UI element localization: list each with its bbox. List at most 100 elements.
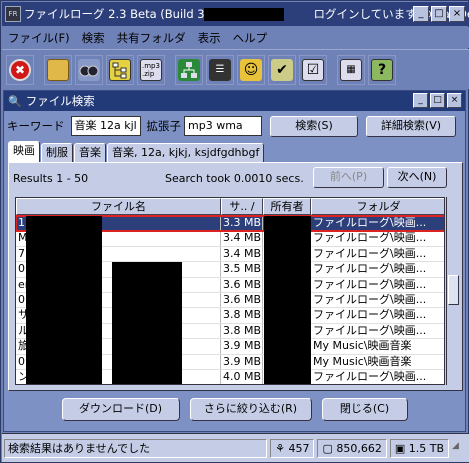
results-table: ファイル名 サ.. / 所有者 フォルダ 1 33.3 MBファイルローグ\映画… xyxy=(15,197,445,385)
cell-folder: ファイルローグ\映画... xyxy=(311,278,444,292)
cell-size: 4.0 MB xyxy=(223,369,263,384)
file-search-controls: _ □ × xyxy=(413,93,462,108)
news-icon: ▦ xyxy=(340,58,362,81)
checklist-button[interactable]: ☑ xyxy=(299,54,327,85)
next-page-button[interactable]: 次へ(N) xyxy=(387,167,447,188)
cell-folder: ファイルローグ\映画... xyxy=(311,247,444,261)
tab-music[interactable]: 音楽 xyxy=(74,143,106,162)
search-button[interactable]: 検索(S) xyxy=(270,115,358,137)
results-header: Results 1 - 50 Search took 0.0010 secs. … xyxy=(13,167,457,188)
folder-button[interactable] xyxy=(44,54,72,85)
table-header: ファイル名 サ.. / 所有者 フォルダ xyxy=(16,198,444,215)
mp3-zip-icon: .mp3 .zip xyxy=(140,58,162,81)
search-button-tb[interactable] xyxy=(75,54,103,85)
menu-file[interactable]: ファイル(F) xyxy=(2,30,76,46)
advanced-search-button[interactable]: 詳細検索(V) xyxy=(366,115,456,137)
extension-input[interactable]: mp3 wma xyxy=(184,116,262,136)
window-controls: _ □ × xyxy=(413,6,465,22)
cell-folder: ファイルローグ\映画... xyxy=(311,308,444,322)
download-button[interactable]: ダウンロード(D) xyxy=(61,398,180,421)
menu-bar: ファイル(F) 検索 共有フォルダ 表示 ヘルプ xyxy=(2,27,469,48)
cell-folder: ファイルローグ\映画... xyxy=(311,324,444,338)
network-icon xyxy=(178,58,200,81)
col-filename[interactable]: ファイル名 xyxy=(16,198,221,215)
menu-help[interactable]: ヘルプ xyxy=(227,30,274,46)
users-icon: ☺ xyxy=(240,58,262,81)
cell-folder: My Music\映画音楽 xyxy=(311,355,444,369)
results-scrollbar[interactable] xyxy=(446,197,460,385)
resize-grip-icon[interactable]: ◢ xyxy=(452,441,466,455)
results-count: Results 1 - 50 xyxy=(13,171,89,185)
search-minimize-button[interactable]: _ xyxy=(413,93,428,108)
menu-view[interactable]: 表示 xyxy=(192,30,227,46)
files-icon: ▢ xyxy=(322,441,337,455)
status-bar: 検索結果はありませんでした ⚘ 457 ▢ 850,662 ▣ 1.5 TB ◢ xyxy=(2,433,469,462)
users-button[interactable]: ☺ xyxy=(237,54,265,85)
keyword-input[interactable]: 音楽 12a kjl xyxy=(70,116,141,136)
keyword-label: キーワード xyxy=(7,119,65,133)
network-button[interactable] xyxy=(175,54,203,85)
tab-movies[interactable]: 映画 xyxy=(8,141,40,162)
col-size[interactable]: サ.. / xyxy=(221,198,263,215)
mp3-zip-button[interactable]: .mp3 .zip xyxy=(137,54,165,85)
cell-size: 3.3 MB xyxy=(223,216,263,231)
search-close-button[interactable]: × xyxy=(447,93,462,108)
cell-size: 3.9 MB xyxy=(223,354,263,369)
close-button[interactable]: × xyxy=(449,6,465,22)
tab-uniform[interactable]: 制服 xyxy=(41,143,73,162)
app-icon: FR xyxy=(5,6,21,22)
cell-size: 3.4 MB xyxy=(223,231,263,246)
scrollbar-thumb[interactable] xyxy=(448,275,459,305)
files-count: ▢ 850,662 xyxy=(317,438,387,458)
stop-button[interactable]: ✖ xyxy=(6,54,34,85)
title-bar[interactable]: FR ファイルローグ 2.3 Beta (Build 301) - ログインしてい… xyxy=(2,2,469,26)
tree-icon xyxy=(109,58,131,81)
cell-size: 3.6 MB xyxy=(223,277,263,292)
folder-icon xyxy=(47,58,69,81)
action-buttons: ダウンロード(D) さらに絞り込む(R) 閉じる(C) xyxy=(4,398,465,426)
redacted-filenames xyxy=(26,216,102,384)
cell-folder: ファイルローグ\映画... xyxy=(311,231,444,245)
help-button[interactable]: ? xyxy=(368,54,396,85)
files-value: 850,662 xyxy=(336,441,382,455)
maximize-button[interactable]: □ xyxy=(431,6,447,22)
search-maximize-button[interactable]: □ xyxy=(430,93,445,108)
check-icon: ✔ xyxy=(271,58,293,81)
tree-button[interactable] xyxy=(106,54,134,85)
list-icon: ☰ xyxy=(209,58,231,81)
file-search-window: 🔍 ファイル検索 _ □ × キーワード 音楽 12a kjl 拡張子 mp3 … xyxy=(3,90,466,432)
users-count: ⚘ 457 xyxy=(270,438,315,458)
refine-button[interactable]: さらに絞り込む(R) xyxy=(189,398,312,421)
cell-folder: ファイルローグ\映画... xyxy=(311,262,444,276)
col-owner[interactable]: 所有者 xyxy=(263,198,311,215)
cell-folder: ファイルローグ\映画... xyxy=(311,216,444,230)
redacted-username xyxy=(204,8,284,21)
check-button[interactable]: ✔ xyxy=(268,54,296,85)
result-tabs: 映画 制服 音楽 音楽, 12a, kjkj, ksjdfgdhbgf xyxy=(8,141,265,162)
status-message: 検索結果はありませんでした xyxy=(4,438,268,458)
toolbar: ✖ .mp3 .zip ☰ ☺ ✔ ☑ ▦ ? xyxy=(2,49,469,89)
cell-folder: ファイルローグ\映画... xyxy=(311,370,444,384)
news-button[interactable]: ▦ xyxy=(337,54,365,85)
cell-folder: My Music\映画音楽 xyxy=(311,339,444,353)
file-search-titlebar[interactable]: 🔍 ファイル検索 _ □ × xyxy=(4,91,465,111)
users-icon-status: ⚘ xyxy=(275,441,289,455)
window-title-app: ファイルローグ 2.3 Beta (Build 301) - xyxy=(24,7,232,21)
minimize-button[interactable]: _ xyxy=(413,6,429,22)
cell-size: 3.9 MB xyxy=(223,339,263,354)
cell-size: 3.8 MB xyxy=(223,323,263,339)
search-row: キーワード 音楽 12a kjl 拡張子 mp3 wma 検索(S) 詳細検索(… xyxy=(4,114,465,138)
search-time: Search took 0.0010 secs. xyxy=(165,171,304,185)
extension-label: 拡張子 xyxy=(146,119,182,133)
menu-shared-folder[interactable]: 共有フォルダ xyxy=(111,30,192,46)
help-icon: ? xyxy=(371,58,393,81)
cell-size: 3.6 MB xyxy=(223,292,263,308)
menu-search[interactable]: 検索 xyxy=(76,30,111,46)
list-button[interactable]: ☰ xyxy=(206,54,234,85)
col-folder[interactable]: フォルダ xyxy=(311,198,444,215)
main-window: FR ファイルローグ 2.3 Beta (Build 301) - ログインしてい… xyxy=(0,0,469,463)
tab-music-query[interactable]: 音楽, 12a, kjkj, ksjdfgdhbgf xyxy=(107,143,265,162)
prev-page-button[interactable]: 前へ(P) xyxy=(313,167,384,188)
close-search-button[interactable]: 閉じる(C) xyxy=(321,398,408,421)
disk-icon: ▣ xyxy=(394,441,409,455)
